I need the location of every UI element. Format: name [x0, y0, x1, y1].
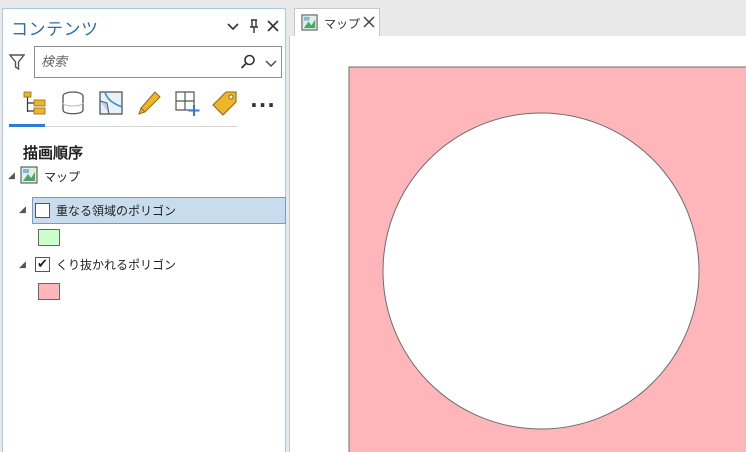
layer-1-symbol-swatch[interactable]	[38, 229, 60, 246]
search-icon[interactable]	[239, 53, 257, 71]
tab-map[interactable]: マップ	[294, 8, 380, 36]
close-icon[interactable]	[265, 17, 281, 35]
search-input[interactable]	[41, 52, 231, 72]
search-options-chevron-icon[interactable]	[264, 55, 278, 69]
pane-title: コンテンツ	[11, 20, 99, 40]
map-node-label[interactable]: マップ	[44, 168, 80, 185]
list-by-data-source-icon[interactable]	[59, 89, 87, 117]
layer-2-symbol-swatch[interactable]	[38, 283, 60, 300]
map-expander-icon[interactable]: ◢	[8, 171, 18, 181]
search-box	[34, 46, 282, 78]
map-canvas[interactable]	[290, 36, 746, 452]
list-by-labeling-icon[interactable]	[211, 89, 239, 117]
layer-2-visibility-checkbox[interactable]: ✔	[35, 257, 50, 272]
pin-icon[interactable]	[246, 17, 262, 35]
app-window: コンテンツ 検索 ... 描画順序 ◢ マップ ◢ 重なる領域のポリゴン ◢ ✔…	[0, 0, 746, 452]
pane-options-chevron-icon[interactable]	[225, 17, 241, 35]
list-by-toolbar: ...	[17, 87, 275, 127]
list-by-snapping-icon[interactable]	[173, 89, 201, 117]
layer-1-label[interactable]: 重なる領域のポリゴン	[56, 202, 176, 219]
section-title: 描画順序	[23, 144, 84, 162]
document-tab-bar: マップ	[289, 0, 746, 36]
layer-1-visibility-checkbox[interactable]	[35, 203, 50, 218]
list-by-drawing-order-icon[interactable]	[21, 89, 49, 117]
map-tab-icon	[301, 14, 318, 31]
layer-1-expander-icon[interactable]: ◢	[19, 205, 29, 215]
map-view[interactable]	[289, 36, 746, 452]
close-tab-icon[interactable]	[362, 13, 376, 33]
list-by-editing-icon[interactable]	[135, 89, 163, 117]
active-tab-indicator	[9, 124, 45, 127]
pane-header: コンテンツ	[3, 9, 285, 43]
layer-2-label[interactable]: くり抜かれるポリゴン	[56, 256, 176, 273]
contents-pane: コンテンツ 検索 ... 描画順序 ◢ マップ ◢ 重なる領域のポリゴン ◢ ✔…	[2, 8, 286, 452]
layer-2-expander-icon[interactable]: ◢	[19, 260, 29, 270]
filter-icon[interactable]	[8, 53, 26, 71]
map-tab-label: マップ	[324, 17, 361, 31]
more-icon[interactable]: ...	[249, 89, 277, 117]
map-icon	[20, 166, 38, 184]
overlap-polygon-hole[interactable]	[382, 112, 700, 430]
list-by-selection-icon[interactable]	[97, 89, 125, 117]
